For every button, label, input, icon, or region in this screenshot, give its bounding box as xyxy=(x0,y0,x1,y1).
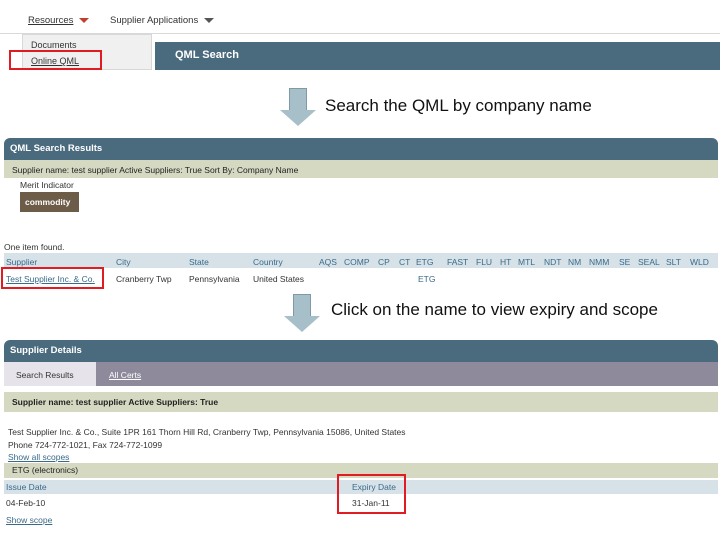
col-aqs[interactable]: AQS xyxy=(319,257,337,267)
col-wld[interactable]: WLD xyxy=(690,257,709,267)
col-supplier[interactable]: Supplier xyxy=(6,257,37,267)
nav-supplier-applications[interactable]: Supplier Applications xyxy=(110,15,215,26)
nav-resources[interactable]: Resources xyxy=(28,15,90,26)
col-slt[interactable]: SLT xyxy=(666,257,681,267)
row-state: Pennsylvania xyxy=(189,274,240,284)
col-ht[interactable]: HT xyxy=(500,257,511,267)
details-panel-header: Supplier Details xyxy=(4,340,718,362)
col-issue-date: Issue Date xyxy=(6,482,47,492)
qml-search-bar: QML Search xyxy=(155,42,720,70)
commodity-badge[interactable]: commodity xyxy=(20,192,79,212)
col-nm[interactable]: NM xyxy=(568,257,581,267)
issue-date-value: 04-Feb-10 xyxy=(6,498,46,508)
menu-item-documents[interactable]: Documents xyxy=(31,40,77,50)
caption-step2: Click on the name to view expiry and sco… xyxy=(331,300,658,319)
show-all-scopes-link[interactable]: Show all scopes xyxy=(8,452,69,462)
table-row: Test Supplier Inc. & Co. Cranberry Twp P… xyxy=(4,268,718,290)
down-arrow-icon xyxy=(284,294,320,332)
results-table-header: Supplier City State Country AQS COMP CP … xyxy=(4,253,718,268)
top-nav: Resources Supplier Applications xyxy=(0,0,720,34)
supplier-address: Test Supplier Inc. & Co., Suite 1PR 161 … xyxy=(8,427,406,437)
chevron-down-icon[interactable] xyxy=(204,17,215,23)
tab-all-certs[interactable]: All Certs xyxy=(109,370,141,380)
col-cp[interactable]: CP xyxy=(378,257,390,267)
down-arrow-icon xyxy=(280,88,316,126)
col-country[interactable]: Country xyxy=(253,257,283,267)
chevron-down-icon[interactable] xyxy=(79,17,90,23)
col-state[interactable]: State xyxy=(189,257,209,267)
col-ndt[interactable]: NDT xyxy=(544,257,561,267)
col-nmm[interactable]: NMM xyxy=(589,257,609,267)
col-fast[interactable]: FAST xyxy=(447,257,468,267)
col-se[interactable]: SE xyxy=(619,257,630,267)
details-info-bar: Supplier name: test supplier Active Supp… xyxy=(4,392,718,412)
col-etg[interactable]: ETG xyxy=(416,257,433,267)
results-panel-header: QML Search Results xyxy=(4,138,718,160)
col-comp[interactable]: COMP xyxy=(344,257,370,267)
merit-indicator-label: Merit Indicator xyxy=(20,180,74,190)
col-seal[interactable]: SEAL xyxy=(638,257,660,267)
nav-resources-label[interactable]: Resources xyxy=(28,15,73,26)
col-mtl[interactable]: MTL xyxy=(518,257,535,267)
col-city[interactable]: City xyxy=(116,257,131,267)
tab-search-results[interactable]: Search Results xyxy=(4,362,96,386)
highlight-box xyxy=(1,267,104,289)
row-etg-link[interactable]: ETG xyxy=(418,274,435,284)
details-tabs: Search Results All Certs xyxy=(4,362,718,386)
row-country: United States xyxy=(253,274,305,284)
highlight-box xyxy=(337,474,406,514)
supplier-phone: Phone 724-772-1021, Fax 724-772-1099 xyxy=(8,440,163,450)
nav-supplier-applications-label[interactable]: Supplier Applications xyxy=(110,15,198,26)
col-ct[interactable]: CT xyxy=(399,257,410,267)
result-count: One item found. xyxy=(4,242,65,252)
caption-step1: Search the QML by company name xyxy=(325,96,592,115)
col-flu[interactable]: FLU xyxy=(476,257,492,267)
row-city: Cranberry Twp xyxy=(116,274,172,284)
results-info-bar: Supplier name: test supplier Active Supp… xyxy=(4,160,718,178)
show-scope-link[interactable]: Show scope xyxy=(6,515,52,525)
highlight-box xyxy=(9,50,102,70)
